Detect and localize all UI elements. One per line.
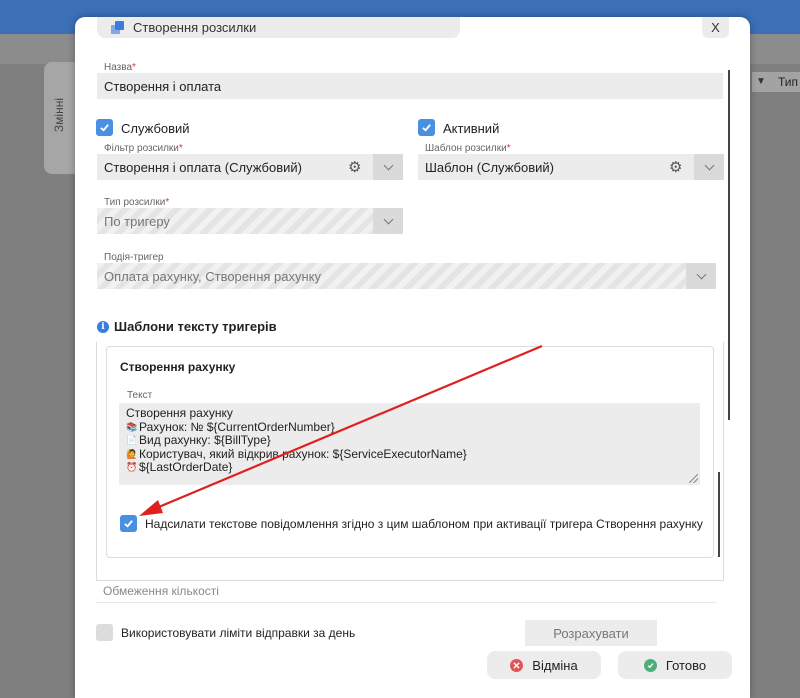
calculate-button[interactable]: Розрахувати <box>525 620 657 646</box>
daily-limit-checkbox-label: Використовувати ліміти відправки за день <box>121 626 356 640</box>
dialog-title: Створення розсилки <box>133 20 257 35</box>
mailing-type-label: Тип розсилки* <box>104 197 170 208</box>
card-scrollbar[interactable] <box>718 472 720 557</box>
send-message-checkbox[interactable] <box>120 515 137 532</box>
dialog-title-bar: Створення розсилки <box>97 17 460 38</box>
chevron-down-icon[interactable] <box>373 154 403 180</box>
filter-select[interactable]: Створення і оплата (Службовий) ⚙ <box>97 154 403 180</box>
alarm-clock-icon: ⏰ <box>126 462 138 472</box>
filter-label: Фільтр розсилки* <box>104 143 183 154</box>
active-checkbox[interactable] <box>418 119 435 136</box>
template-label: Шаблон розсилки* <box>425 143 511 154</box>
done-button[interactable]: Готово <box>618 651 732 679</box>
templates-section-title: i Шаблони тексту тригерів <box>97 319 277 334</box>
info-icon: i <box>97 320 109 333</box>
quantity-limit-label: Обмеження кількості <box>103 584 219 598</box>
chevron-down-icon[interactable] <box>373 208 403 234</box>
trigger-event-select[interactable]: Оплата рахунку, Створення рахунку <box>97 263 716 289</box>
check-circle-icon <box>643 658 657 672</box>
text-label: Текст <box>127 390 153 401</box>
chevron-down-icon[interactable] <box>694 154 724 180</box>
person-icon: 🙋 <box>126 448 138 459</box>
check-icon <box>422 124 431 132</box>
text-line: 🙋 Користувач, який відкрив рахунок: ${Ser… <box>126 446 467 461</box>
service-checkbox-label: Службовий <box>121 121 190 136</box>
divider <box>96 602 716 603</box>
create-mailing-dialog: Створення розсилки X Назва* Створення і … <box>75 17 750 698</box>
cancel-icon <box>510 658 524 672</box>
books-icon: 📚 <box>126 421 138 432</box>
gear-icon[interactable]: ⚙ <box>348 158 361 176</box>
close-button[interactable]: X <box>702 17 729 38</box>
document-icon: 📄 <box>126 435 138 445</box>
gear-icon[interactable]: ⚙ <box>669 158 682 176</box>
check-icon <box>100 124 109 132</box>
check-icon <box>124 520 133 528</box>
column-header: ▼ Тип <box>752 72 800 92</box>
name-label: Назва* <box>104 62 136 73</box>
cancel-button[interactable]: Відміна <box>487 651 601 679</box>
text-line: 📄 Вид рахунку: ${BillType} <box>126 433 271 447</box>
dialog-scrollbar[interactable] <box>728 70 730 420</box>
text-line: ⏰ ${LastOrderDate} <box>126 460 233 474</box>
active-checkbox-label: Активний <box>443 121 500 136</box>
name-input[interactable]: Створення і оплата <box>97 73 723 99</box>
text-line: Створення рахунку <box>126 406 233 420</box>
mailing-type-select[interactable]: По тригеру <box>97 208 403 234</box>
send-message-checkbox-label: Надсилати текстове повідомлення згідно з… <box>145 517 703 531</box>
copy-icon <box>111 21 124 34</box>
trigger-event-label: Подія-тригер <box>104 252 164 263</box>
template-select[interactable]: Шаблон (Службовий) ⚙ <box>418 154 724 180</box>
template-text-area[interactable]: Створення рахунку 📚 Рахунок: № ${CurrentO… <box>119 403 700 485</box>
daily-limit-checkbox[interactable] <box>96 624 113 641</box>
text-line: 📚 Рахунок: № ${CurrentOrderNumber} <box>126 419 335 434</box>
filter-icon: ▼ <box>756 76 766 87</box>
chevron-down-icon[interactable] <box>686 263 716 289</box>
resize-grip-icon[interactable] <box>689 474 698 483</box>
service-checkbox[interactable] <box>96 119 113 136</box>
card-title: Створення рахунку <box>120 360 236 374</box>
